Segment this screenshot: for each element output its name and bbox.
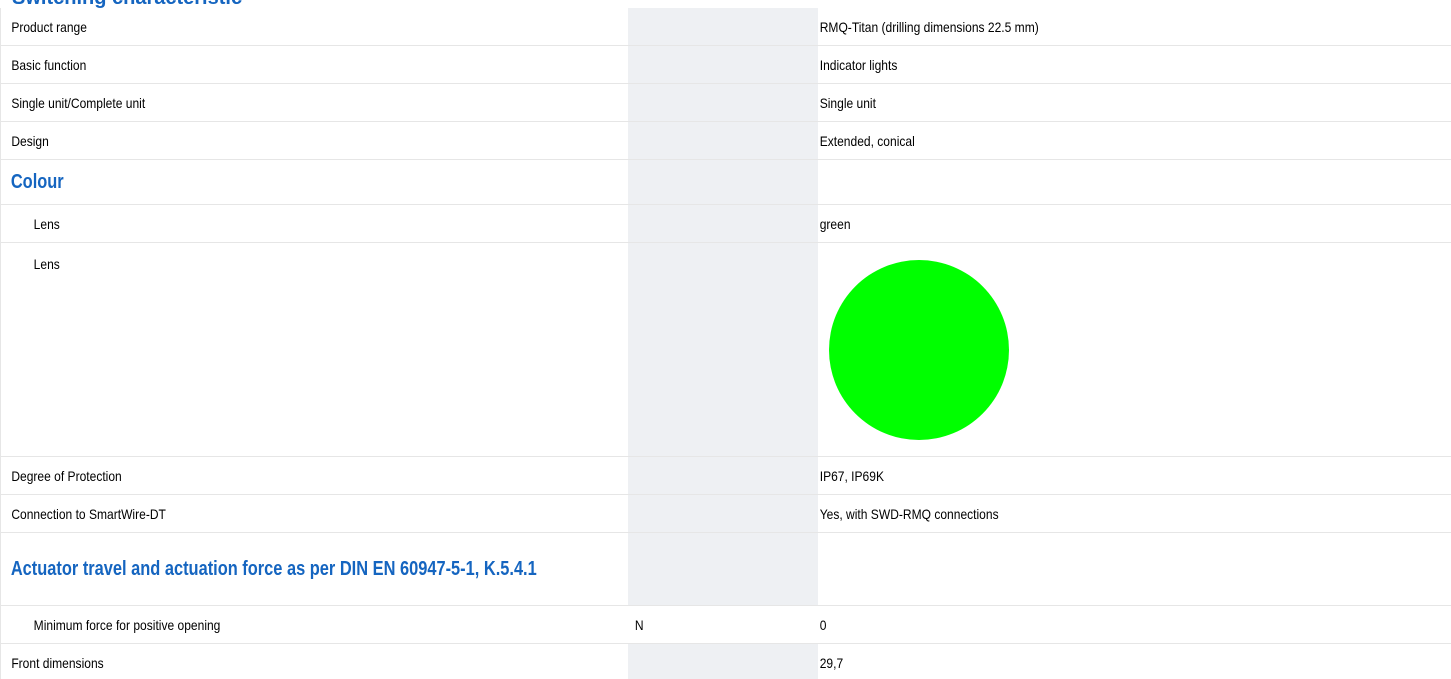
spec-row-product-range: Product range RMQ-Titan (drilling dimens… xyxy=(0,8,1451,46)
spec-label: Degree of Protection xyxy=(11,467,122,484)
spec-row-design: Design Extended, conical xyxy=(0,121,1451,160)
spec-unit: N xyxy=(634,616,644,633)
spec-label: Connection to SmartWire-DT xyxy=(11,505,166,522)
section-row-actuator-travel: Actuator travel and actuation force as p… xyxy=(0,532,1451,606)
spec-label: Single unit/Complete unit xyxy=(11,94,146,111)
spec-value: green xyxy=(819,215,851,232)
spec-value: Extended, conical xyxy=(819,132,915,149)
spec-value: 0 xyxy=(819,616,826,633)
spec-value: 29,7 xyxy=(819,654,843,671)
lens-swatch-container xyxy=(818,243,1451,456)
top-heading-clip: Switching characteristic xyxy=(0,0,1451,8)
spec-label: Basic function xyxy=(11,56,87,73)
lens-color-swatch xyxy=(828,260,1009,440)
spec-label: Design xyxy=(11,132,49,149)
spec-value: Yes, with SWD-RMQ connections xyxy=(819,505,999,522)
spec-label: Lens xyxy=(33,256,60,272)
spec-value: Single unit xyxy=(819,94,876,111)
spec-row-smartwire: Connection to SmartWire-DT Yes, with SWD… xyxy=(0,494,1451,533)
spec-row-lens-swatch: Lens xyxy=(0,242,1451,457)
section-row-colour: Colour xyxy=(0,159,1451,205)
spec-value: IP67, IP69K xyxy=(819,467,884,484)
section-heading-top: Switching characteristic xyxy=(12,0,242,8)
spec-table: Product range RMQ-Titan (drilling dimens… xyxy=(0,8,1451,679)
spec-row-degree-of-protection: Degree of Protection IP67, IP69K xyxy=(0,456,1451,495)
spec-row-lens: Lens green xyxy=(0,204,1451,243)
spec-label: Lens xyxy=(33,215,60,232)
spec-row-basic-function: Basic function Indicator lights xyxy=(0,45,1451,84)
section-heading: Actuator travel and actuation force as p… xyxy=(10,558,537,580)
spec-value: RMQ-Titan (drilling dimensions 22.5 mm) xyxy=(819,18,1039,35)
spec-row-single-complete-unit: Single unit/Complete unit Single unit xyxy=(0,83,1451,122)
spec-row-minimum-force: Minimum force for positive opening N 0 xyxy=(0,605,1451,644)
spec-label: Minimum force for positive opening xyxy=(33,616,221,633)
spec-label: Front dimensions xyxy=(11,654,104,671)
spec-value: Indicator lights xyxy=(819,56,897,73)
section-heading: Colour xyxy=(10,171,64,193)
spec-row-front-dimensions: Front dimensions 29,7 xyxy=(0,643,1451,679)
spec-label: Product range xyxy=(11,18,87,35)
